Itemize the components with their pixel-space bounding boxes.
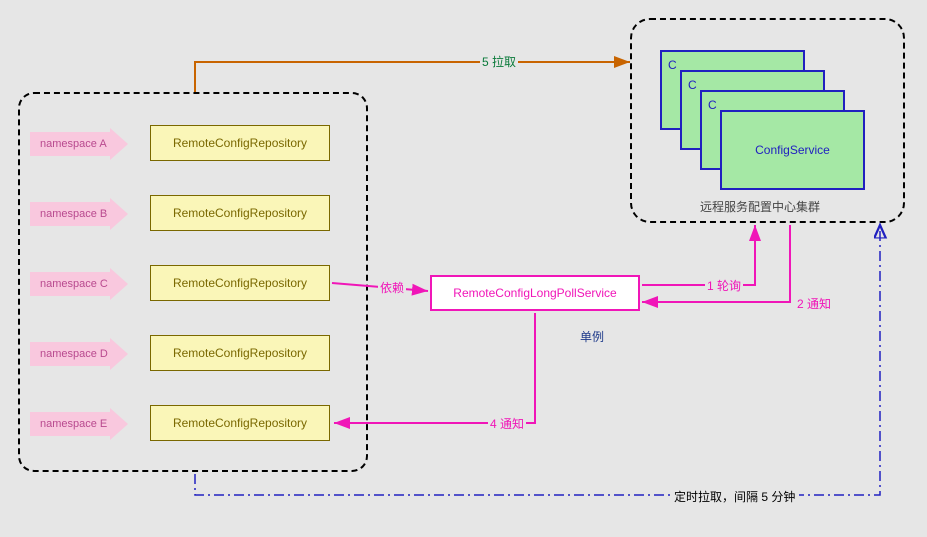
repo-box: RemoteConfigRepository [150,335,330,371]
config-service-label: ConfigService [755,143,830,157]
repo-box: RemoteConfigRepository [150,405,330,441]
repo-label: RemoteConfigRepository [173,346,307,360]
repo-box: RemoteConfigRepository [150,195,330,231]
poll-service-label: RemoteConfigLongPollService [453,286,616,300]
repo-label: RemoteConfigRepository [173,416,307,430]
namespace-arrow: namespace D [30,338,130,370]
singleton-label: 单例 [580,328,604,345]
edge-label-poll: 1 轮询 [705,277,743,294]
repo-box: RemoteConfigRepository [150,265,330,301]
poll-service-box: RemoteConfigLongPollService [430,275,640,311]
edge-label-pull: 5 拉取 [480,53,518,70]
namespace-label: namespace B [40,208,107,220]
namespace-arrow: namespace B [30,198,130,230]
repo-label: RemoteConfigRepository [173,136,307,150]
edge-label-depend: 依赖 [378,279,406,296]
config-service-card: ConfigService [720,110,865,190]
namespace-label: namespace E [40,418,107,430]
repo-label: RemoteConfigRepository [173,276,307,290]
repo-box: RemoteConfigRepository [150,125,330,161]
repo-label: RemoteConfigRepository [173,206,307,220]
namespace-arrow: namespace A [30,128,130,160]
namespace-label: namespace A [40,138,107,150]
edge-label-timer: 定时拉取，间隔 5 分钟 [670,488,799,505]
namespace-label: namespace C [40,278,108,290]
namespace-arrow: namespace C [30,268,130,300]
edge-label-notify-cluster: 2 通知 [795,295,833,312]
namespace-label: namespace D [40,348,108,360]
edge-label-notify-repo: 4 通知 [488,415,526,432]
namespace-arrow: namespace E [30,408,130,440]
cluster-label: 远程服务配置中心集群 [700,198,820,215]
